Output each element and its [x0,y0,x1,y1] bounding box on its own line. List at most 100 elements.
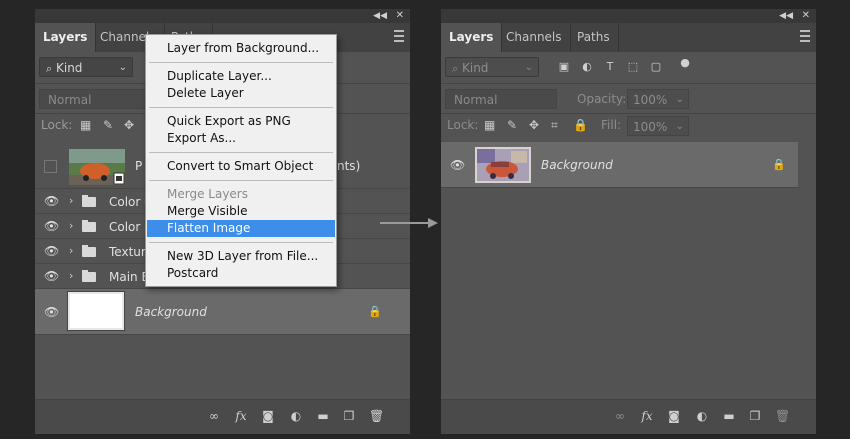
tab-channels[interactable]: Channels [498,23,571,52]
tab-paths[interactable]: Paths [569,23,619,52]
menu-item-flatten-image[interactable]: Flatten Image [147,220,335,237]
folder-icon[interactable]: ▬ [722,409,736,423]
fill-value: 100% [633,120,668,134]
chevron-right-icon[interactable]: › [69,194,73,207]
menu-item-delete-layer[interactable]: Delete Layer [147,85,335,102]
blend-mode-select[interactable]: Normal [445,89,557,109]
chevron-right-icon[interactable]: › [69,269,73,282]
eye-icon[interactable]: 👁 [44,305,59,319]
layer-name: Main E [109,270,150,284]
lock-transparent-pixels-icon[interactable]: ▦ [80,118,91,132]
fx-icon[interactable]: fx [640,409,654,423]
layer-name: Background [135,305,207,319]
type-filter-icon[interactable]: T [604,61,616,73]
panel-tabs: Layers Channels Paths [441,23,816,52]
menu-item-layer-from-background[interactable]: Layer from Background... [147,40,335,57]
menu-item-new-3d-layer[interactable]: New 3D Layer from File... [147,248,335,265]
eye-icon[interactable]: 👁 [450,158,465,172]
menu-item-convert-smart-object[interactable]: Convert to Smart Object [147,158,335,175]
chevron-right-icon[interactable]: › [69,244,73,257]
smart-object-filter-icon[interactable]: ▢ [650,61,662,73]
filter-toggle-icon[interactable]: ● [679,57,691,69]
lock-artboard-icon[interactable]: ⌗ [551,118,558,133]
adjustment-icon[interactable]: ◐ [289,409,303,423]
blend-mode-select[interactable]: Normal [39,89,151,109]
search-icon: ⌕ [46,62,53,75]
panel-title-bar: ◀◀ ✕ [441,9,816,23]
fill-input[interactable]: 100% ⌄ [627,116,689,136]
adjustment-filter-icon[interactable]: ◐ [581,61,593,73]
tab-layers[interactable]: Layers [35,23,97,52]
layer-thumbnail [475,147,531,183]
new-layer-icon[interactable]: ❐ [342,409,356,423]
lock-image-pixels-icon[interactable]: ✎ [103,118,113,132]
menu-item-quick-export-png[interactable]: Quick Export as PNG [147,113,335,130]
eye-icon[interactable]: 👁 [44,244,59,258]
layer-name: P [135,159,143,173]
new-layer-icon[interactable]: ❐ [748,409,762,423]
eye-icon[interactable]: 👁 [44,269,59,283]
lock-all-icon[interactable]: 🔒 [573,118,588,132]
link-icon[interactable]: ∞ [207,409,221,423]
lock-position-icon[interactable]: ✥ [529,118,539,132]
lock-image-pixels-icon[interactable]: ✎ [507,118,517,132]
folder-icon[interactable]: ▬ [316,409,330,423]
layer-row-background[interactable]: 👁 Background 🔒 [35,289,410,335]
chevron-right-icon[interactable]: › [69,219,73,232]
lock-label: Lock: [447,118,479,132]
visibility-toggle-empty[interactable] [44,160,57,173]
mask-icon[interactable]: ◙ [261,409,275,423]
menu-item-duplicate-layer[interactable]: Duplicate Layer... [147,68,335,85]
trash-icon[interactable]: 🗑 [369,409,384,423]
menu-separator [149,152,333,153]
filter-row: ⌕ Kind ⌄ ▣ ◐ T ⬚ ▢ ● [441,56,816,80]
collapse-double-chevron-icon[interactable]: ◀◀ [779,9,793,23]
kind-filter-select[interactable]: ⌕ Kind ⌄ [445,57,539,77]
panel-bottom-toolbar: ∞ fx ◙ ◐ ▬ ❐ 🗑 [441,399,816,434]
menu-separator [149,62,333,63]
collapse-double-chevron-icon[interactable]: ◀◀ [373,9,387,23]
eye-icon[interactable]: 👁 [44,219,59,233]
link-icon[interactable]: ∞ [613,409,627,423]
panel-title-bar: ◀◀ ✕ [35,9,410,23]
opacity-label: Opacity: [577,92,627,106]
menu-separator [149,242,333,243]
menu-item-postcard[interactable]: Postcard [147,265,335,282]
transition-arrow-icon [380,218,438,228]
close-icon[interactable]: ✕ [802,9,810,23]
kind-filter-select[interactable]: ⌕ Kind ⌄ [39,57,133,77]
lock-icon: 🔒 [368,305,382,318]
context-menu: Layer from Background... Duplicate Layer… [145,34,337,287]
lock-label: Lock: [41,118,73,132]
close-icon[interactable]: ✕ [396,9,404,23]
kind-label: Kind [462,61,489,75]
tab-layers[interactable]: Layers [441,23,503,52]
lock-row: Lock: ▦ ✎ ✥ ⌗ 🔒 Fill: 100% ⌄ [441,116,816,136]
lock-position-icon[interactable]: ✥ [124,118,134,132]
layer-name: Background [541,158,613,172]
trash-icon[interactable]: 🗑 [775,409,790,423]
lock-transparent-pixels-icon[interactable]: ▦ [484,118,495,132]
search-icon: ⌕ [452,62,459,75]
fill-label: Fill: [601,118,622,132]
panel-menu-icon[interactable] [800,30,810,42]
divider [441,113,816,114]
folder-icon [82,245,96,257]
chevron-down-icon: ⌄ [675,121,684,132]
panel-bottom-toolbar: ∞ fx ◙ ◐ ▬ ❐ 🗑 [35,399,410,434]
folder-icon [82,220,96,232]
fx-icon[interactable]: fx [234,409,248,423]
menu-item-export-as[interactable]: Export As... [147,130,335,147]
menu-item-merge-visible[interactable]: Merge Visible [147,203,335,220]
shape-filter-icon[interactable]: ⬚ [627,61,639,73]
lock-icon: 🔒 [772,158,786,171]
folder-icon [82,195,96,207]
layer-row-background[interactable]: 👁 Background 🔒 [441,142,798,188]
opacity-input[interactable]: 100% ⌄ [627,89,689,109]
eye-icon[interactable]: 👁 [44,194,59,208]
panel-menu-icon[interactable] [394,30,404,42]
adjustment-icon[interactable]: ◐ [695,409,709,423]
mask-icon[interactable]: ◙ [667,409,681,423]
layers-list: 👁 Background 🔒 [441,137,816,400]
pixel-filter-icon[interactable]: ▣ [558,61,570,73]
